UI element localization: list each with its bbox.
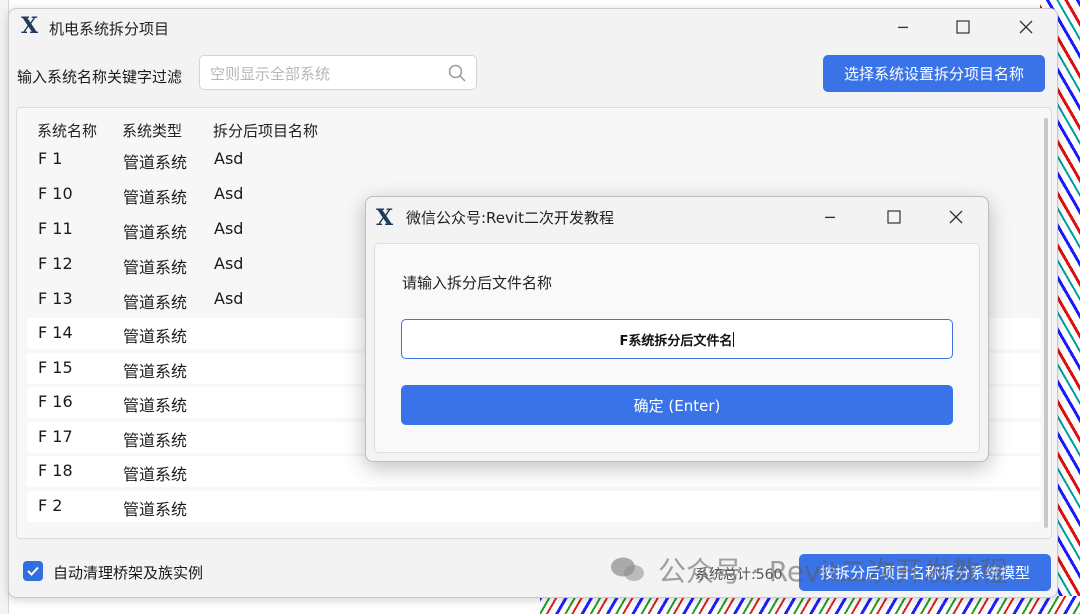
cell-system-type: 管道系统: [123, 327, 188, 346]
cell-system-name: F 16: [38, 392, 73, 411]
close-icon: [949, 210, 963, 224]
minimize-icon: ─: [825, 207, 835, 227]
search-field[interactable]: [199, 55, 477, 90]
cell-system-type: 管道系统: [123, 188, 188, 207]
title-bar[interactable]: X 机电系统拆分项目 ─: [9, 9, 1057, 45]
close-icon: [1019, 20, 1033, 34]
app-logo-icon: X: [21, 13, 39, 39]
maximize-button[interactable]: [941, 13, 985, 41]
dialog-close-button[interactable]: [934, 203, 978, 231]
file-name-dialog: X 微信公众号:Revit二次开发教程 ─ 请输入拆分后文件名称 F系统拆分后文…: [365, 196, 989, 462]
table-row[interactable]: F 1 管道系统 Asd: [27, 144, 1041, 175]
file-name-input[interactable]: F系统拆分后文件名: [401, 319, 953, 359]
dialog-maximize-button[interactable]: [872, 203, 916, 231]
confirm-button[interactable]: 确定 (Enter): [401, 385, 953, 425]
cell-system-name: F 13: [38, 289, 73, 308]
cell-system-type: 管道系统: [123, 465, 188, 484]
cell-system-name: F 12: [38, 254, 73, 273]
cell-system-type: 管道系统: [123, 396, 188, 415]
column-header-name[interactable]: 系统名称: [37, 120, 97, 141]
cell-project-name: Asd: [214, 254, 244, 273]
maximize-icon: [956, 20, 970, 34]
auto-clean-label[interactable]: 自动清理桥架及族实例: [53, 562, 203, 583]
cell-project-name: Asd: [214, 219, 244, 238]
maximize-icon: [887, 210, 901, 224]
dialog-title: 微信公众号:Revit二次开发教程: [406, 209, 614, 227]
cell-system-name: F 11: [38, 219, 73, 238]
cell-system-name: F 17: [38, 427, 73, 446]
column-header-type[interactable]: 系统类型: [122, 120, 182, 141]
vertical-scrollbar[interactable]: [1044, 118, 1048, 528]
cell-system-type: 管道系统: [123, 293, 188, 312]
cell-system-name: F 2: [38, 496, 63, 515]
filter-label: 输入系统名称关键字过滤: [17, 68, 183, 86]
dialog-minimize-button[interactable]: ─: [808, 203, 852, 231]
search-input[interactable]: [208, 62, 442, 86]
minimize-button[interactable]: ─: [881, 13, 925, 41]
cell-system-name: F 14: [38, 323, 73, 342]
wechat-logo-icon: [611, 557, 644, 581]
minimize-icon: ─: [898, 17, 908, 37]
cell-system-type: 管道系统: [123, 500, 188, 519]
text-caret: [733, 331, 735, 347]
watermark: 公众号 · Revit二次开发教程: [610, 548, 1050, 592]
cell-project-name: Asd: [214, 289, 244, 308]
watermark-text: 公众号 · Revit二次开发教程: [658, 555, 1008, 588]
table-row[interactable]: F 2 管道系统: [27, 491, 1041, 522]
close-button[interactable]: [1004, 13, 1048, 41]
cell-system-type: 管道系统: [123, 153, 188, 172]
cell-system-type: 管道系统: [123, 258, 188, 277]
search-icon[interactable]: [448, 64, 466, 82]
select-system-button[interactable]: 选择系统设置拆分项目名称: [823, 55, 1045, 92]
dialog-prompt: 请输入拆分后文件名称: [402, 274, 553, 292]
cell-system-name: F 15: [38, 358, 73, 377]
revit-model-canvas-bottom: [540, 596, 1080, 614]
cell-project-name: Asd: [214, 149, 244, 168]
cell-system-type: 管道系统: [123, 223, 188, 242]
column-header-project[interactable]: 拆分后项目名称: [213, 120, 318, 141]
cell-system-name: F 18: [38, 461, 73, 480]
cell-system-type: 管道系统: [123, 431, 188, 450]
checkmark-icon: [27, 566, 39, 576]
cell-system-name: F 10: [38, 184, 73, 203]
file-name-value: F系统拆分后文件名: [619, 333, 733, 349]
window-title: 机电系统拆分项目: [49, 20, 170, 38]
auto-clean-checkbox[interactable]: [23, 561, 43, 581]
cell-project-name: Asd: [214, 184, 244, 203]
cell-system-name: F 1: [38, 149, 63, 168]
dialog-logo-icon: X: [376, 205, 394, 231]
dialog-body: 请输入拆分后文件名称 F系统拆分后文件名 确定 (Enter): [374, 243, 980, 453]
cell-system-type: 管道系统: [123, 362, 188, 381]
